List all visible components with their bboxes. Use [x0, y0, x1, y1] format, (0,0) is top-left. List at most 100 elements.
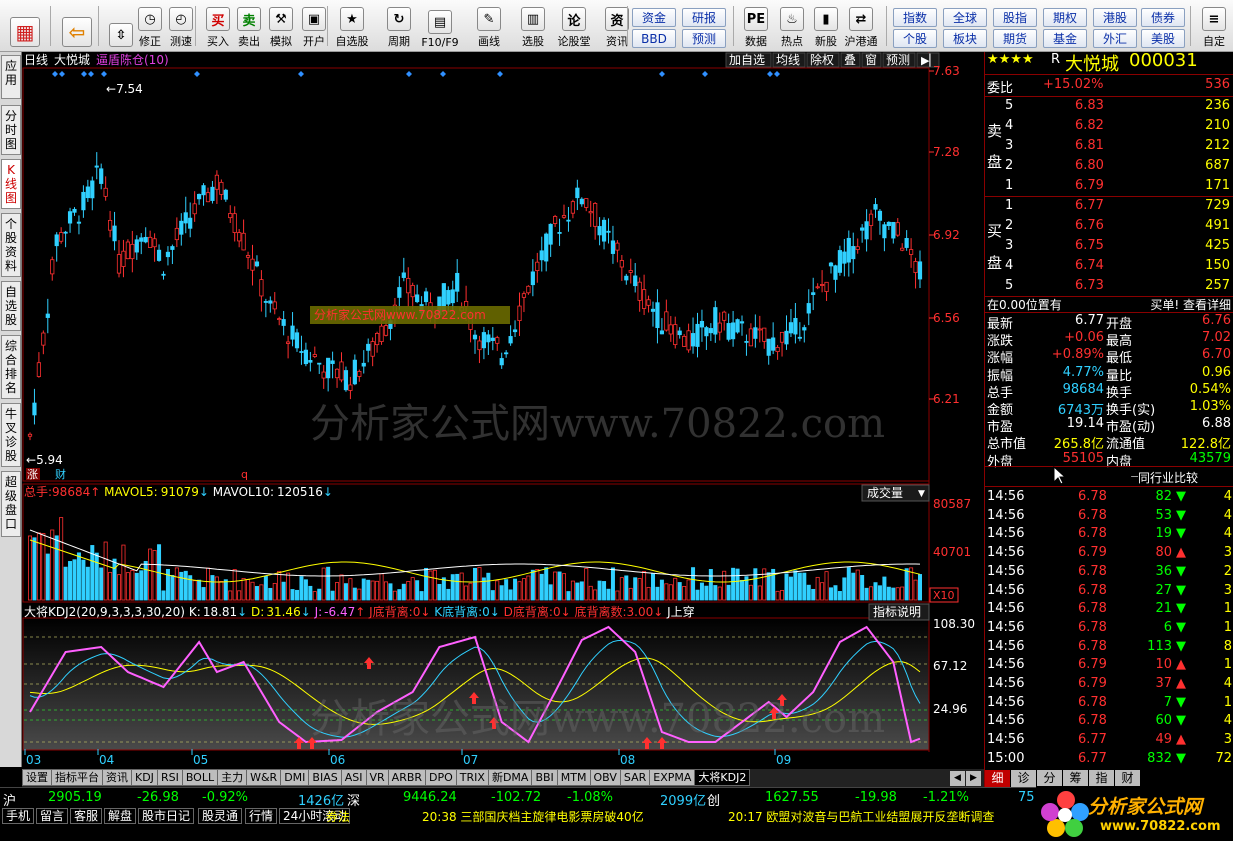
toolbar-button-hot[interactable]: ♨ 热点: [775, 3, 809, 49]
quick-button[interactable]: 期权: [1043, 8, 1087, 27]
quote-tab[interactable]: 财: [1115, 770, 1140, 787]
toolbar-button-windows-grid[interactable]: ▦: [8, 3, 42, 49]
indicator-tab[interactable]: BBI: [531, 769, 558, 786]
indicator-tab[interactable]: KDJ: [131, 769, 158, 786]
left-tab[interactable]: K线图: [1, 159, 21, 209]
indicator-tab[interactable]: EXPMA: [649, 769, 696, 786]
indicator-tab[interactable]: 新DMA: [487, 769, 533, 786]
toolbar-button-pen[interactable]: ✎ 画线: [472, 3, 506, 49]
indicator-tab[interactable]: ASI: [340, 769, 367, 786]
indicator-help-label[interactable]: 指标说明: [873, 604, 921, 619]
quick-button[interactable]: 研报: [682, 8, 726, 27]
toolbar-button-pe[interactable]: PE 数据: [739, 3, 773, 49]
flag-q[interactable]: q: [241, 468, 248, 481]
quick-button[interactable]: 期货: [993, 29, 1037, 48]
chart-canvas[interactable]: 分析家公式网www.70822.com 分析家公式网www.70822.com …: [22, 52, 984, 767]
compare-button[interactable]: 同行业比较: [1138, 469, 1198, 486]
toolbar-button-select[interactable]: ▥ 选股: [516, 3, 550, 49]
toolbar-button-new-stock[interactable]: ▮ 新股: [809, 3, 843, 49]
indicator-tab[interactable]: VR: [365, 769, 389, 786]
indicator-tab[interactable]: ARBR: [387, 769, 427, 786]
chart-button[interactable]: 加自选: [729, 53, 765, 67]
quick-button[interactable]: 个股: [893, 29, 937, 48]
quick-button[interactable]: BBD: [632, 29, 676, 48]
left-tab[interactable]: 综合排名: [1, 335, 21, 399]
scroll-right-icon[interactable]: ▶: [966, 771, 981, 786]
status-menu-item[interactable]: 解盘: [104, 808, 137, 824]
order-book-row[interactable]: 2 6.76 491: [985, 218, 1233, 236]
quick-button[interactable]: 预测: [682, 29, 726, 48]
quick-button[interactable]: 资金: [632, 8, 676, 27]
quick-button[interactable]: 港股: [1093, 8, 1137, 27]
left-tab[interactable]: 分时图: [1, 105, 21, 155]
indicator-tab[interactable]: W&R: [246, 769, 282, 786]
sh-index[interactable]: 2905.19: [48, 790, 102, 805]
indicator-tab[interactable]: MTM: [556, 769, 591, 786]
toolbar-button-stopwatch[interactable]: ◴ 测速: [164, 3, 198, 49]
indicator-tab[interactable]: RSI: [156, 769, 183, 786]
quote-tab[interactable]: 细: [985, 770, 1010, 787]
indicator-tab[interactable]: 指标平台: [51, 769, 103, 786]
order-book-row[interactable]: 1 6.79 171: [985, 178, 1233, 196]
toolbar-button-forum[interactable]: 论论股堂: [557, 3, 591, 49]
status-menu-item[interactable]: 手机: [2, 808, 35, 824]
order-book-row[interactable]: 4 6.82 210: [985, 118, 1233, 136]
chevron-down-icon[interactable]: ▼: [918, 489, 925, 499]
toolbar-button-cycle[interactable]: ↻ 周期: [382, 3, 416, 49]
sz-index[interactable]: 9446.24: [403, 790, 457, 805]
toolbar-button-back-arrow[interactable]: ⇦: [60, 3, 94, 49]
order-book-row[interactable]: 3 6.75 425: [985, 238, 1233, 256]
news-1[interactable]: 20:38 三部国庆档主旋律电影票房破40亿: [422, 808, 644, 825]
quick-button[interactable]: 股指: [993, 8, 1037, 27]
order-book-row[interactable]: 5 6.73 257: [985, 278, 1233, 296]
chart-button[interactable]: 叠: [844, 53, 856, 67]
indicator-tab[interactable]: 设置: [22, 769, 52, 786]
quote-tab[interactable]: 筹: [1063, 770, 1088, 787]
left-tab[interactable]: 应用: [1, 55, 21, 99]
indicator-tab[interactable]: OBV: [589, 769, 621, 786]
indicator-tab[interactable]: 主力: [217, 769, 248, 786]
volume-selector-label[interactable]: 成交量: [867, 485, 903, 500]
chart-button[interactable]: 窗: [865, 53, 877, 67]
order-book-row[interactable]: 5 6.83 236: [985, 98, 1233, 116]
chart-button[interactable]: 均线: [776, 53, 800, 67]
news-2[interactable]: 20:17 欧盟对波音与巴航工业结盟展开反垄断调查: [728, 808, 994, 825]
kline-chart-area[interactable]: 分析家公式网www.70822.com 分析家公式网www.70822.com …: [22, 52, 984, 767]
order-book-row[interactable]: 4 6.74 150: [985, 258, 1233, 276]
quick-button[interactable]: 外汇: [1093, 29, 1137, 48]
toolbar-button-custom[interactable]: ≡ 自定: [1197, 3, 1231, 49]
toolbar-button-hammer[interactable]: ⚒ 模拟: [264, 3, 298, 49]
compare-minus-icon[interactable]: −: [1130, 470, 1139, 483]
toolbar-button-news[interactable]: 资资讯: [600, 3, 634, 49]
chart-button[interactable]: 除权: [810, 52, 834, 67]
quick-button[interactable]: 基金: [1043, 29, 1087, 48]
indicator-tab[interactable]: 大将KDJ2: [694, 769, 751, 786]
scroll-left-icon[interactable]: ◀: [950, 771, 965, 786]
quote-tab[interactable]: 指: [1089, 770, 1114, 787]
order-book-row[interactable]: 1 6.77 729: [985, 198, 1233, 216]
indicator-tab[interactable]: 资讯: [102, 769, 132, 786]
status-menu-item[interactable]: 客服: [70, 808, 103, 824]
order-book-row[interactable]: 2 6.80 687: [985, 158, 1233, 176]
quick-button[interactable]: 美股: [1141, 29, 1185, 48]
status-menu-item[interactable]: 股市日记: [138, 808, 195, 824]
toolbar-button-star[interactable]: ★ 自选股: [335, 3, 369, 49]
order-book-row[interactable]: 3 6.81 212: [985, 138, 1233, 156]
indicator-tab[interactable]: TRIX: [455, 769, 489, 786]
toolbar-button-buy[interactable]: 买买入: [201, 3, 235, 49]
toolbar-button-clock[interactable]: ◷ 修正: [133, 3, 167, 49]
quick-button[interactable]: 全球: [943, 8, 987, 27]
indicator-tab[interactable]: SAR: [619, 769, 651, 786]
left-tab[interactable]: 自选股: [1, 281, 21, 331]
status-menu-item[interactable]: 股灵通: [198, 808, 243, 824]
quick-button[interactable]: 债券: [1141, 8, 1185, 27]
indicator-tab[interactable]: DPO: [425, 769, 457, 786]
toolbar-button-lock[interactable]: ▣ 开户: [297, 3, 331, 49]
indicator-tab[interactable]: DMI: [280, 769, 310, 786]
quote-tab[interactable]: 分: [1037, 770, 1062, 787]
flag-finance[interactable]: 财: [55, 467, 66, 481]
quick-button[interactable]: 板块: [943, 29, 987, 48]
left-tab[interactable]: 个股资料: [1, 213, 21, 277]
news-tag[interactable]: 券法: [326, 808, 350, 825]
view-detail-link[interactable]: 买单! 查看详细: [1150, 296, 1231, 313]
